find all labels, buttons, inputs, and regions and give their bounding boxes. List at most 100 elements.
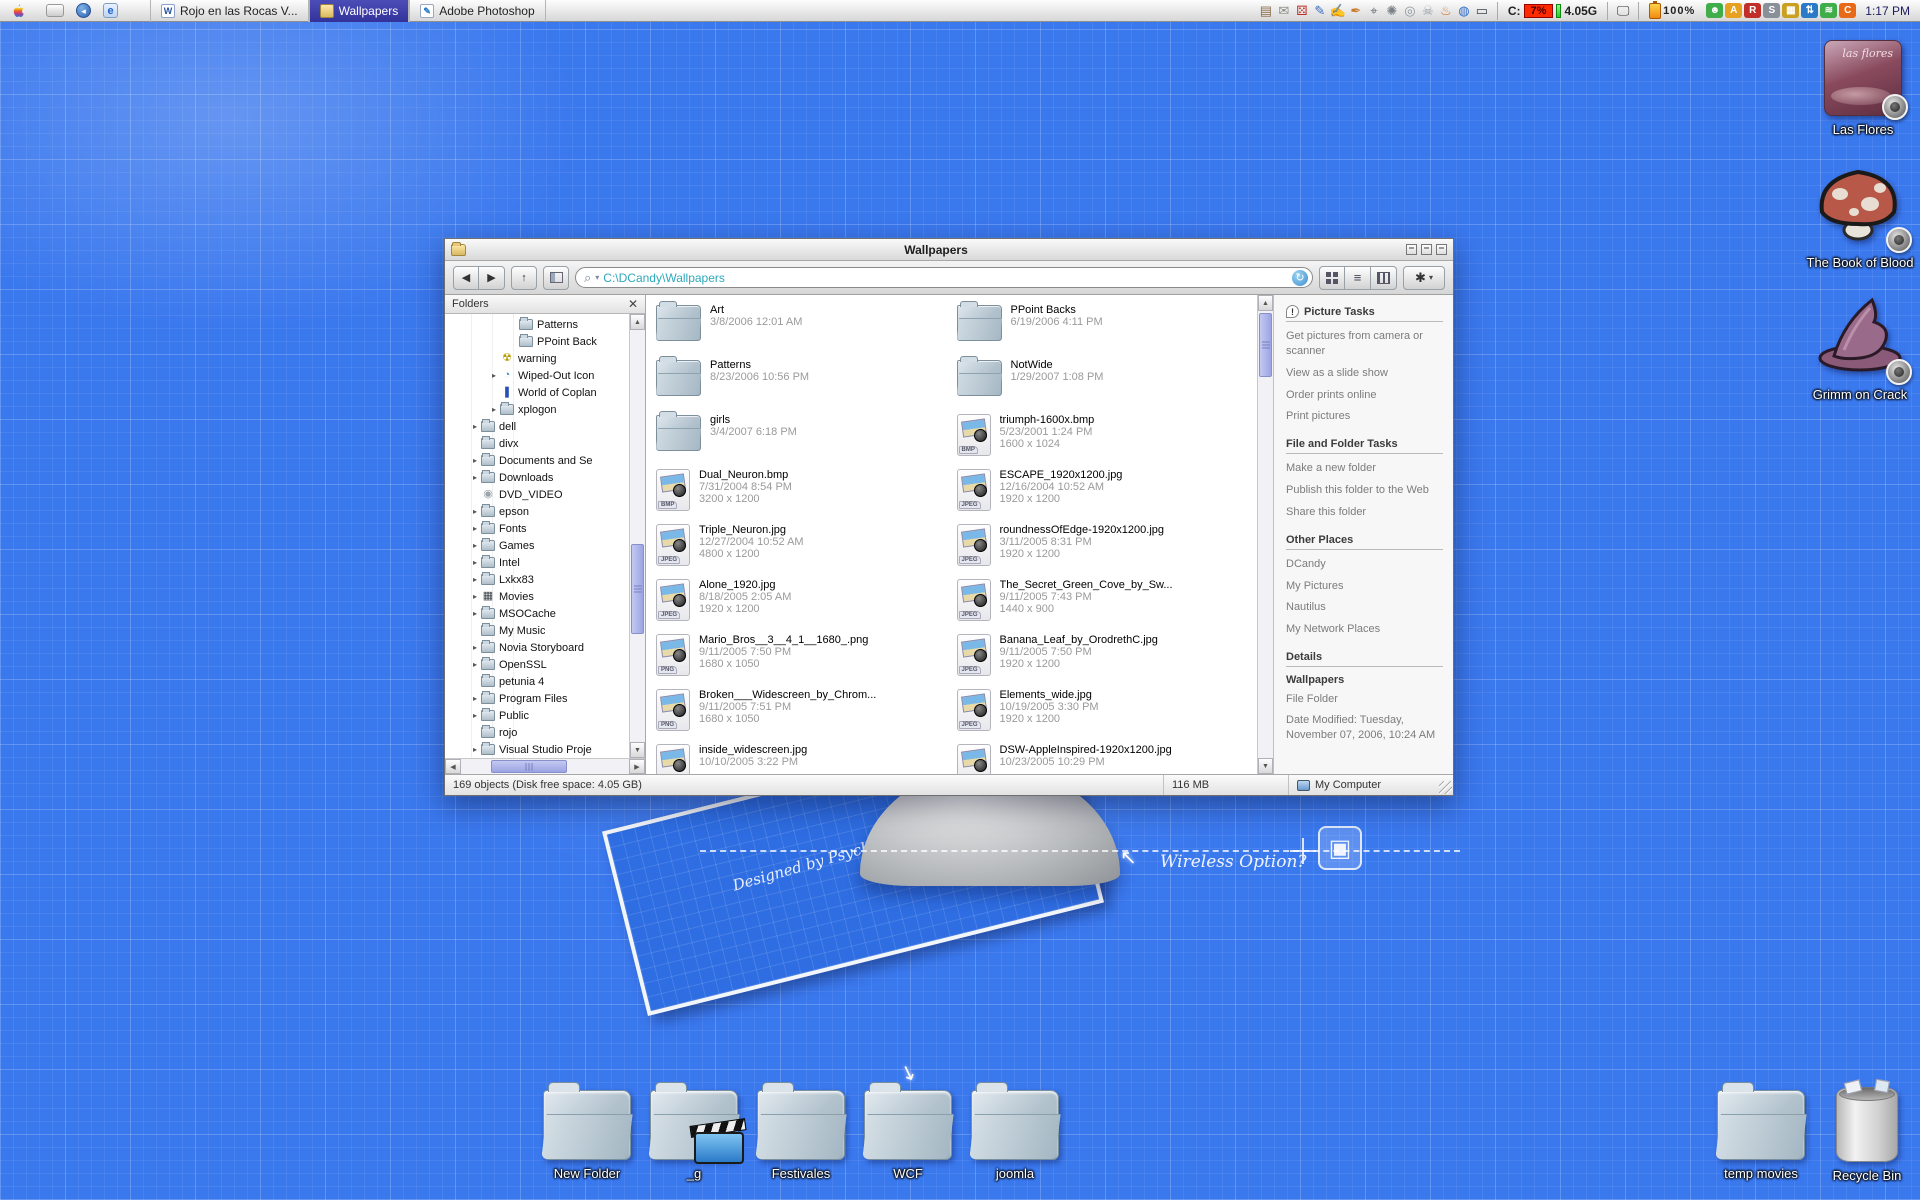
taskbar-item-word[interactable]: W Rojo en las Rocas V... [150,0,309,22]
tree-item-ppoint-back[interactable]: PPoint Back [445,333,629,350]
sync-icon[interactable]: ⇅ [1801,3,1819,18]
tree-item-games[interactable]: ▸ Games [445,537,629,554]
file-tile[interactable]: JPEG Banana_Leaf_by_OrodrethC.jpg 9/11/200… [956,633,1258,688]
messenger-icon[interactable]: ☻ [1706,3,1724,18]
file-tile[interactable]: JPEG inside_widescreen.jpg10/10/2005 3:22… [656,743,957,774]
tree-item-novia-storyboard[interactable]: ▸ Novia Storyboard [445,639,629,656]
folders-toggle-button[interactable] [543,265,569,290]
file-tile[interactable]: Patterns 8/23/2006 10:56 PM [656,356,957,413]
task-link[interactable]: Get pictures from camera or scanner [1286,329,1443,359]
navigation-button[interactable]: ◂ [76,3,91,18]
file-tile[interactable]: PPoint Backs 6/19/2006 4:11 PM [956,301,1258,358]
cpu-icon[interactable]: C [1839,3,1857,18]
tree-item-msocache[interactable]: ▸ MSOCache [445,605,629,622]
tree-item-visual-studio-proje[interactable]: ▸ Visual Studio Proje [445,741,629,758]
tree-item-openssl[interactable]: ▸ OpenSSL [445,656,629,673]
list-vertical-scrollbar[interactable]: ▲ ▼ [1257,295,1273,774]
scroll-down-button[interactable]: ▼ [630,742,645,758]
desktop-icon--g[interactable]: _g [639,1082,749,1181]
expand-arrow-icon[interactable]: ▸ [470,660,480,669]
clock[interactable]: 1:17 PM [1857,4,1920,18]
file-tile[interactable]: NotWide 1/29/2007 1:08 PM [956,356,1258,413]
task-link[interactable]: DCandy [1286,557,1443,572]
sygate-icon[interactable]: S [1763,3,1781,18]
taskbar-item-folder[interactable]: Wallpapers [308,0,410,22]
expand-arrow-icon[interactable]: ▸ [470,711,480,720]
resize-grip[interactable] [1439,781,1452,794]
desktop-icon-festivales[interactable]: Festivales [746,1082,856,1181]
tree-item-petunia-4[interactable]: petunia 4 [445,673,629,690]
tree-item-divx[interactable]: divx [445,435,629,452]
address-book-icon[interactable]: ▤ [1257,1,1275,21]
laptop-icon[interactable]: ▭ [1473,1,1491,21]
view-list-button[interactable]: ≡ [1345,265,1371,290]
scroll-up-button[interactable]: ▲ [1258,295,1273,311]
minimize-button[interactable] [1406,244,1417,255]
tree-vertical-scrollbar[interactable]: ▲ ▼ [629,314,645,758]
view-columns-button[interactable] [1371,265,1397,290]
file-tile[interactable]: JPEG roundnessOfEdge-1920x1200.jpg 3/11/20… [956,523,1258,578]
tree-item-public[interactable]: ▸ Public [445,707,629,724]
expand-arrow-icon[interactable]: ▸ [470,422,480,431]
notes-icon[interactable]: ✍ [1329,1,1347,21]
task-link[interactable]: Print pictures [1286,409,1443,424]
tree-item-downloads[interactable]: ▸ Downloads [445,469,629,486]
task-link[interactable]: Publish this folder to the Web [1286,483,1443,498]
section-header[interactable]: Other Places [1286,534,1443,550]
expand-arrow-icon[interactable]: ▸ [470,524,480,533]
desktop-icon-las-flores[interactable]: las flores Las Flores [1808,40,1918,137]
file-tile[interactable]: JPEG ESCAPE_1920x1200.jpg 12/16/2004 10:52… [956,468,1258,523]
file-tile[interactable]: JPEG Triple_Neuron.jpg 12/27/2004 10:52 AM… [656,523,957,578]
address-bar[interactable]: ⌕ ▾ C:\DCandy\Wallpapers ↻ [575,267,1313,288]
tree-horizontal-scrollbar[interactable]: ◀ ▶ [445,758,645,774]
desktop-icon-grimm-on-crack[interactable]: Grimm on Crack [1805,292,1915,402]
file-tile[interactable]: PNG Broken___Widescreen_by_Chrom... 9/11/2… [656,688,957,743]
file-tile[interactable]: BMP triumph-1600x.bmp 5/23/2001 1:24 PM 160… [956,413,1258,468]
section-header[interactable]: ! Picture Tasks [1286,305,1443,322]
expand-arrow-icon[interactable]: ▸ [470,694,480,703]
skull-icon[interactable]: ☠ [1419,1,1437,21]
tree-item-lxkx83[interactable]: ▸ Lxkx83 [445,571,629,588]
file-tile[interactable]: JPEG Elements_wide.jpg 10/19/2005 3:30 PM 1… [956,688,1258,743]
taskbar-item-photoshop[interactable]: ✎ Adobe Photoshop [409,0,546,22]
maximize-button[interactable] [1421,244,1432,255]
tree-item-warning[interactable]: ☢ warning [445,350,629,367]
expand-arrow-icon[interactable]: ▸ [470,592,480,601]
close-button[interactable] [1436,244,1447,255]
tablet-pen-icon[interactable]: ✎ [1311,1,1329,21]
section-header[interactable]: Details [1286,651,1443,668]
file-tile[interactable]: JPEG Alone_1920.jpg 8/18/2005 2:05 AM 1920 … [656,578,957,633]
expand-arrow-icon[interactable]: ▸ [489,371,499,380]
expand-arrow-icon[interactable]: ▸ [489,405,499,414]
globe-icon[interactable]: ◍ [1455,1,1473,21]
close-icon[interactable]: ✕ [628,297,638,311]
tree-item-dvd-video[interactable]: ◉ DVD_VIDEO [445,486,629,503]
tree-item-xplogon[interactable]: ▸ xplogon [445,401,629,418]
up-button[interactable]: ↑ [511,265,537,290]
tree-item-fonts[interactable]: ▸ Fonts [445,520,629,537]
task-link[interactable]: Nautilus [1286,600,1443,615]
tree-item-epson[interactable]: ▸ epson [445,503,629,520]
desktop-icon-joomla[interactable]: joomla [960,1082,1070,1181]
task-link[interactable]: Make a new folder [1286,461,1443,476]
expand-arrow-icon[interactable]: ▸ [470,643,480,652]
internet-explorer-icon[interactable]: e [103,3,118,18]
scroll-up-button[interactable]: ▲ [630,314,645,330]
desktop-icon-temp-movies[interactable]: temp movies [1706,1082,1816,1181]
file-tile[interactable]: BMP Dual_Neuron.bmp 7/31/2004 8:54 PM 3200 … [656,468,957,523]
mail-icon[interactable]: ✉ [1275,1,1293,21]
battery-indicator[interactable]: 100% [1645,0,1699,19]
desktop-icon-new-folder[interactable]: New Folder [532,1082,642,1181]
forward-button[interactable]: ▶ [479,265,505,290]
color-grid-icon[interactable]: ▦ [1782,3,1800,18]
apple-menu-icon[interactable] [10,3,26,19]
tree-item-my-music[interactable]: My Music [445,622,629,639]
file-tile[interactable]: PNG Mario_Bros__3__4_1__1680_.png 9/11/200… [656,633,957,688]
expand-arrow-icon[interactable]: ▸ [470,609,480,618]
expand-arrow-icon[interactable]: ▸ [470,456,480,465]
tree-item-intel[interactable]: ▸ Intel [445,554,629,571]
dice-icon[interactable]: ⚄ [1293,1,1311,21]
scroll-left-button[interactable]: ◀ [445,759,461,774]
expand-arrow-icon[interactable]: ▸ [470,473,480,482]
tree-item-rojo[interactable]: rojo [445,724,629,741]
